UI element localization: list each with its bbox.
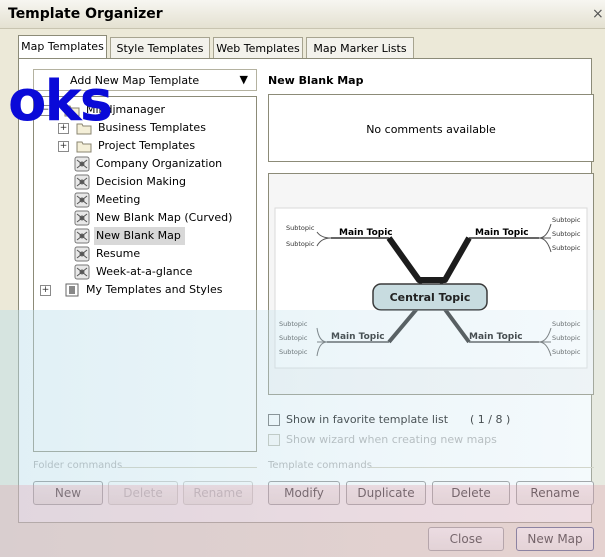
tree-item[interactable]: Project Templates (96, 137, 199, 155)
subtopic-label: Subtopic (279, 348, 308, 356)
subtopic-label: Subtopic (552, 334, 581, 342)
subtopic-label: Subtopic (552, 348, 581, 356)
new-map-button[interactable]: New Map (516, 527, 594, 551)
templates-folder-icon (64, 282, 80, 298)
tree-item[interactable]: Business Templates (96, 119, 210, 137)
main-topic-label: Main Topic (475, 228, 529, 238)
favorite-checkbox[interactable] (268, 414, 280, 426)
tree-item-label: New Blank Map (96, 229, 181, 242)
map-template-icon (74, 174, 90, 190)
main-topic-label: Main Topic (331, 332, 385, 342)
wizard-checkbox[interactable] (268, 434, 280, 446)
map-template-icon (74, 192, 90, 208)
tree-item[interactable]: Resume (94, 245, 144, 263)
subtopic-label: Subtopic (279, 320, 308, 328)
subtopic-label: Subtopic (552, 244, 581, 252)
subtopic-label: Subtopic (552, 320, 581, 328)
template-tree[interactable]: − Mindjmanager + Business Templates + Project… (33, 96, 257, 452)
subtopic-label: Subtopic (286, 240, 315, 248)
tree-item-label: Business Templates (98, 121, 206, 134)
selected-template-name: New Blank Map (268, 74, 364, 87)
subtopic-label: Subtopic (279, 334, 308, 342)
wizard-label: Show wizard when creating new maps (286, 433, 497, 446)
folder-new-button[interactable]: New (33, 481, 103, 505)
close-button[interactable]: Close (428, 527, 504, 551)
tree-item-label: Week-at-a-glance (96, 265, 193, 278)
window-title: Template Organizer (8, 6, 163, 22)
close-window-icon[interactable]: × (592, 6, 604, 22)
tree-item[interactable]: Week-at-a-glance (94, 263, 196, 281)
tree-item-label: Decision Making (96, 175, 186, 188)
folder-commands-divider (120, 467, 257, 468)
tree-item-label: Meeting (96, 193, 141, 206)
folder-icon (76, 138, 92, 154)
map-template-icon (74, 228, 90, 244)
tab-style-templates[interactable]: Style Templates (110, 37, 210, 58)
subtopic-label: Subtopic (552, 230, 581, 238)
tree-item[interactable]: My Templates and Styles (84, 281, 226, 299)
template-count: ( 1 / 8 ) (470, 413, 511, 426)
overlay-watermark-text: oks (8, 69, 113, 134)
favorite-label: Show in favorite template list (286, 413, 449, 426)
expand-icon[interactable]: + (40, 285, 51, 296)
delete-button[interactable]: Delete (432, 481, 510, 505)
central-topic-label: Central Topic (390, 291, 471, 304)
template-commands-divider (370, 467, 594, 468)
tree-item-label: My Templates and Styles (86, 283, 223, 296)
subtopic-label: Subtopic (286, 224, 315, 232)
folder-rename-button[interactable]: Rename (183, 481, 253, 505)
folder-commands-label: Folder commands (33, 460, 123, 471)
tree-item[interactable]: New Blank Map (94, 227, 185, 245)
title-bar[interactable]: Template Organizer × (0, 0, 605, 29)
main-topic-label: Main Topic (339, 228, 393, 238)
tree-item[interactable]: Company Organization (94, 155, 226, 173)
map-template-icon (74, 156, 90, 172)
tab-map-templates[interactable]: Map Templates (18, 35, 107, 58)
tree-item-label: Company Organization (96, 157, 223, 170)
tree-item[interactable]: Meeting (94, 191, 144, 209)
template-preview: Central Topic Main Topic Main Topic Main… (268, 173, 594, 395)
tree-item[interactable]: New Blank Map (Curved) (94, 209, 236, 227)
rename-button[interactable]: Rename (516, 481, 594, 505)
tree-item[interactable]: Decision Making (94, 173, 190, 191)
template-commands-label: Template commands (268, 460, 372, 471)
dropdown-arrow-icon: ▼ (239, 73, 248, 86)
tab-web-templates[interactable]: Web Templates (213, 37, 303, 58)
comments-box: No comments available (268, 94, 594, 162)
tree-item-label: Project Templates (98, 139, 196, 152)
main-topic-label: Main Topic (469, 332, 523, 342)
tab-map-marker-lists[interactable]: Map Marker Lists (306, 37, 414, 58)
duplicate-button[interactable]: Duplicate (346, 481, 426, 505)
map-template-icon (74, 210, 90, 226)
tree-item-label: New Blank Map (Curved) (96, 211, 233, 224)
subtopic-label: Subtopic (552, 216, 581, 224)
mindmap-preview-image: Central Topic Main Topic Main Topic Main… (274, 207, 588, 369)
map-template-icon (74, 264, 90, 280)
comments-text: No comments available (366, 123, 496, 136)
modify-button[interactable]: Modify (268, 481, 340, 505)
folder-delete-button[interactable]: Delete (108, 481, 178, 505)
expand-icon[interactable]: + (58, 141, 69, 152)
tree-item-label: Resume (96, 247, 141, 260)
map-template-icon (74, 246, 90, 262)
